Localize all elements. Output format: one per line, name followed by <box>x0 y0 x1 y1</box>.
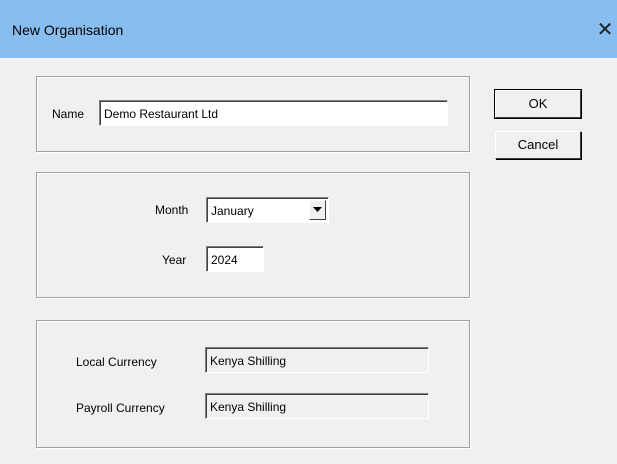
name-label: Name <box>52 107 85 121</box>
local-currency-field: Kenya Shilling <box>205 347 429 373</box>
month-select[interactable]: January <box>206 197 329 223</box>
cancel-button[interactable]: Cancel <box>495 131 581 159</box>
chevron-down-icon[interactable] <box>309 200 326 220</box>
date-group <box>36 172 470 298</box>
window-title: New Organisation <box>12 22 124 38</box>
currency-group <box>36 320 470 448</box>
close-icon[interactable]: ✕ <box>594 18 616 42</box>
year-field[interactable]: 2024 <box>206 246 264 272</box>
title-bar: New Organisation ✕ <box>0 0 617 58</box>
year-label: Year <box>162 253 187 267</box>
month-label: Month <box>155 203 189 217</box>
ok-button[interactable]: OK <box>494 89 582 119</box>
name-field[interactable]: Demo Restaurant Ltd <box>99 100 448 126</box>
month-select-value: January <box>211 204 254 218</box>
local-currency-label: Local Currency <box>76 355 157 369</box>
payroll-currency-label: Payroll Currency <box>76 401 165 415</box>
payroll-currency-field: Kenya Shilling <box>205 393 429 419</box>
